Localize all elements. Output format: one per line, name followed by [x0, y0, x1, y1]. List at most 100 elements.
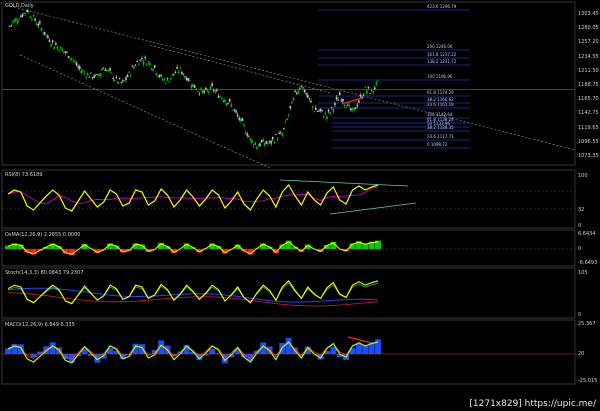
- candle-body: [346, 103, 349, 107]
- fib-label: 61.8 1174.29: [427, 90, 454, 95]
- candle-body: [147, 61, 150, 63]
- candle-body: [284, 121, 287, 123]
- candle-body: [249, 138, 252, 141]
- candle-body: [77, 66, 79, 68]
- candle-body: [252, 145, 255, 147]
- candle-body: [189, 80, 191, 81]
- candle-body: [278, 132, 280, 134]
- candle-body: [299, 88, 301, 90]
- candle-body: [219, 96, 221, 97]
- candle-body: [168, 81, 170, 83]
- candle-body: [359, 95, 362, 97]
- candle-body: [40, 28, 43, 31]
- candle-body: [313, 111, 316, 112]
- candle-body: [367, 86, 370, 89]
- candle-body: [112, 77, 115, 80]
- candle-body: [69, 58, 71, 60]
- osma-tick: -6.6493: [578, 260, 598, 266]
- candle-body: [305, 93, 308, 95]
- candle-body: [184, 75, 186, 79]
- candle-body: [114, 79, 116, 81]
- price-tick: 1303.45: [578, 11, 599, 17]
- candle-body: [11, 22, 14, 23]
- candle-body: [122, 80, 124, 82]
- candle-body: [182, 73, 185, 75]
- candle-body: [18, 19, 20, 21]
- price-tick: 1073.35: [578, 153, 599, 159]
- candle-body: [348, 105, 351, 107]
- candle-body: [326, 116, 328, 119]
- candle-body: [289, 105, 292, 109]
- price-tick: 1234.55: [578, 53, 599, 60]
- candle-body: [91, 77, 94, 79]
- trendline-upper: [9, 5, 576, 151]
- price-tick: 1257.20: [578, 39, 599, 46]
- price-tick: 1211.50: [578, 67, 599, 74]
- candle-body: [321, 110, 323, 112]
- candle-body: [10, 24, 12, 26]
- candle-body: [66, 51, 68, 53]
- candle-body: [228, 99, 231, 102]
- candle-body: [294, 90, 296, 92]
- candle-body: [153, 65, 156, 68]
- stoch-tick: 0: [578, 312, 582, 318]
- candle-body: [300, 86, 303, 88]
- candle-body: [61, 49, 64, 52]
- candle-body: [268, 140, 271, 142]
- candle-body: [106, 69, 108, 71]
- candle-body: [16, 20, 19, 24]
- candle-body: [163, 78, 166, 80]
- candle-body: [263, 143, 266, 146]
- candle-body: [241, 118, 244, 121]
- candle-body: [15, 18, 17, 21]
- candle-body: [161, 79, 164, 81]
- macd-hist-bar: [5, 348, 11, 354]
- candle-body: [220, 97, 223, 100]
- candle-body: [142, 61, 145, 65]
- fib-label: 423.6 1296.79: [427, 4, 457, 9]
- fib-label: 38.2 1128.35: [427, 125, 454, 130]
- candle-body: [173, 73, 175, 75]
- candle-body: [335, 97, 338, 100]
- candle-body: [303, 89, 306, 93]
- candle-body: [177, 72, 180, 73]
- candle-body: [338, 92, 341, 96]
- candle-body: [358, 100, 360, 103]
- candle-body: [31, 19, 33, 21]
- candle-body: [123, 80, 126, 82]
- candle-body: [334, 103, 336, 105]
- fib-label: 161.8 1237.22: [427, 52, 457, 57]
- rsi-line: [7, 183, 379, 212]
- candle-body: [152, 69, 154, 71]
- candle-body: [286, 118, 288, 121]
- candle-body: [311, 106, 314, 108]
- candle-body: [78, 66, 81, 69]
- macd-tick: 25.367: [578, 321, 596, 327]
- candle-body: [23, 12, 25, 14]
- candle-body: [251, 140, 253, 143]
- candle-body: [337, 99, 339, 101]
- candle-body: [243, 124, 245, 126]
- candle-body: [51, 40, 54, 43]
- candle-body: [42, 32, 44, 34]
- rsi-tick: 0: [578, 223, 582, 229]
- chart-window: GOLD,Daily RSI(8) 73.6189 OsMA(12,26,9) …: [0, 0, 600, 411]
- candle-body: [63, 51, 65, 53]
- candle-body: [102, 67, 105, 70]
- candle-body: [324, 113, 327, 115]
- candle-body: [369, 93, 371, 95]
- candle-body: [342, 99, 344, 102]
- candle-body: [262, 139, 264, 142]
- candle-body: [131, 66, 134, 68]
- candle-body: [343, 104, 346, 107]
- candle-body: [58, 50, 60, 51]
- candle-body: [45, 34, 48, 36]
- macd-hist-bar: [362, 345, 369, 354]
- candle-body: [157, 75, 159, 77]
- osma-title: OsMA(12,26,9) 2.2855 0.0000: [5, 232, 81, 238]
- candle-body: [155, 73, 158, 76]
- candle-body: [32, 15, 35, 17]
- candle-body: [240, 118, 242, 122]
- candle-body: [238, 117, 241, 120]
- price-tick: 1142.75: [578, 110, 599, 117]
